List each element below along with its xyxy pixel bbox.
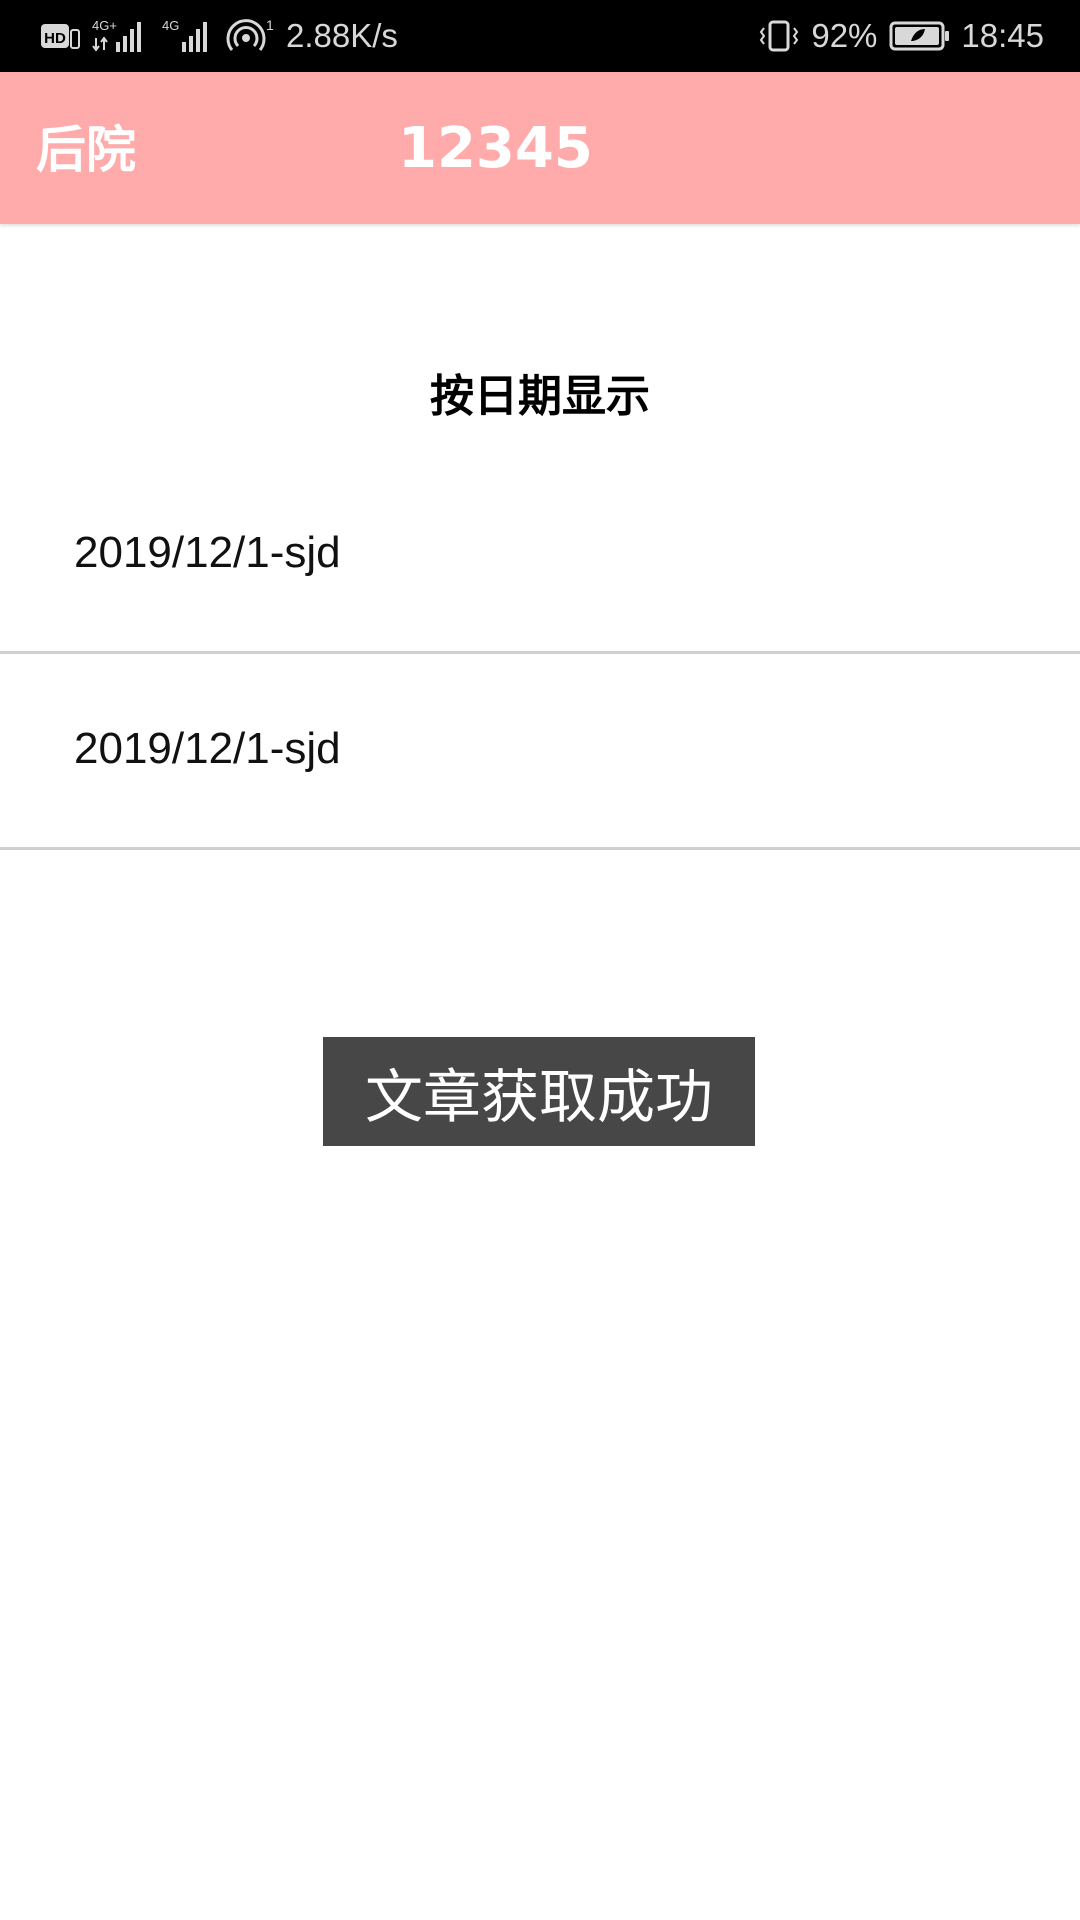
hotspot-icon: 1: [226, 16, 276, 56]
list-item-label: 2019/12/1-sjd: [74, 724, 341, 773]
svg-text:HD: HD: [44, 30, 66, 47]
list-item[interactable]: 2019/12/1-sjd: [0, 654, 1080, 850]
list-item[interactable]: 2019/12/1-sjd: [0, 458, 1080, 654]
hotspot-count: 1: [266, 17, 274, 33]
list-item-label: 2019/12/1-sjd: [74, 528, 341, 577]
section-heading: 按日期显示: [430, 371, 650, 422]
network-speed: 2.88K/s: [286, 17, 398, 54]
app-screen: HD 4G+ 4G 1 2.88K/s 92% 18:45 后院 12345 按…: [0, 0, 1080, 1920]
battery-percent: 92%: [811, 17, 878, 54]
battery-icon: [889, 19, 951, 53]
svg-text:4G+: 4G+: [92, 18, 117, 33]
article-list: 2019/12/1-sjd 2019/12/1-sjd: [0, 458, 1080, 850]
vibrate-icon: [757, 16, 801, 56]
status-bar-right: 92% 18:45: [757, 0, 1044, 72]
app-toolbar: 后院 12345: [0, 72, 1080, 224]
status-bar: HD 4G+ 4G 1 2.88K/s 92% 18:45: [0, 0, 1080, 72]
toast-message: 文章获取成功: [323, 1037, 755, 1146]
back-button[interactable]: 后院: [36, 110, 136, 182]
hd-icon: HD: [40, 21, 80, 51]
svg-text:4G: 4G: [162, 18, 179, 33]
clock: 18:45: [961, 17, 1044, 54]
sim1-signal-icon: 4G+: [90, 16, 150, 56]
status-bar-left: HD 4G+ 4G 1 2.88K/s: [40, 0, 398, 72]
sim2-signal-icon: 4G: [160, 16, 216, 56]
toolbar-title: 12345: [398, 116, 593, 181]
